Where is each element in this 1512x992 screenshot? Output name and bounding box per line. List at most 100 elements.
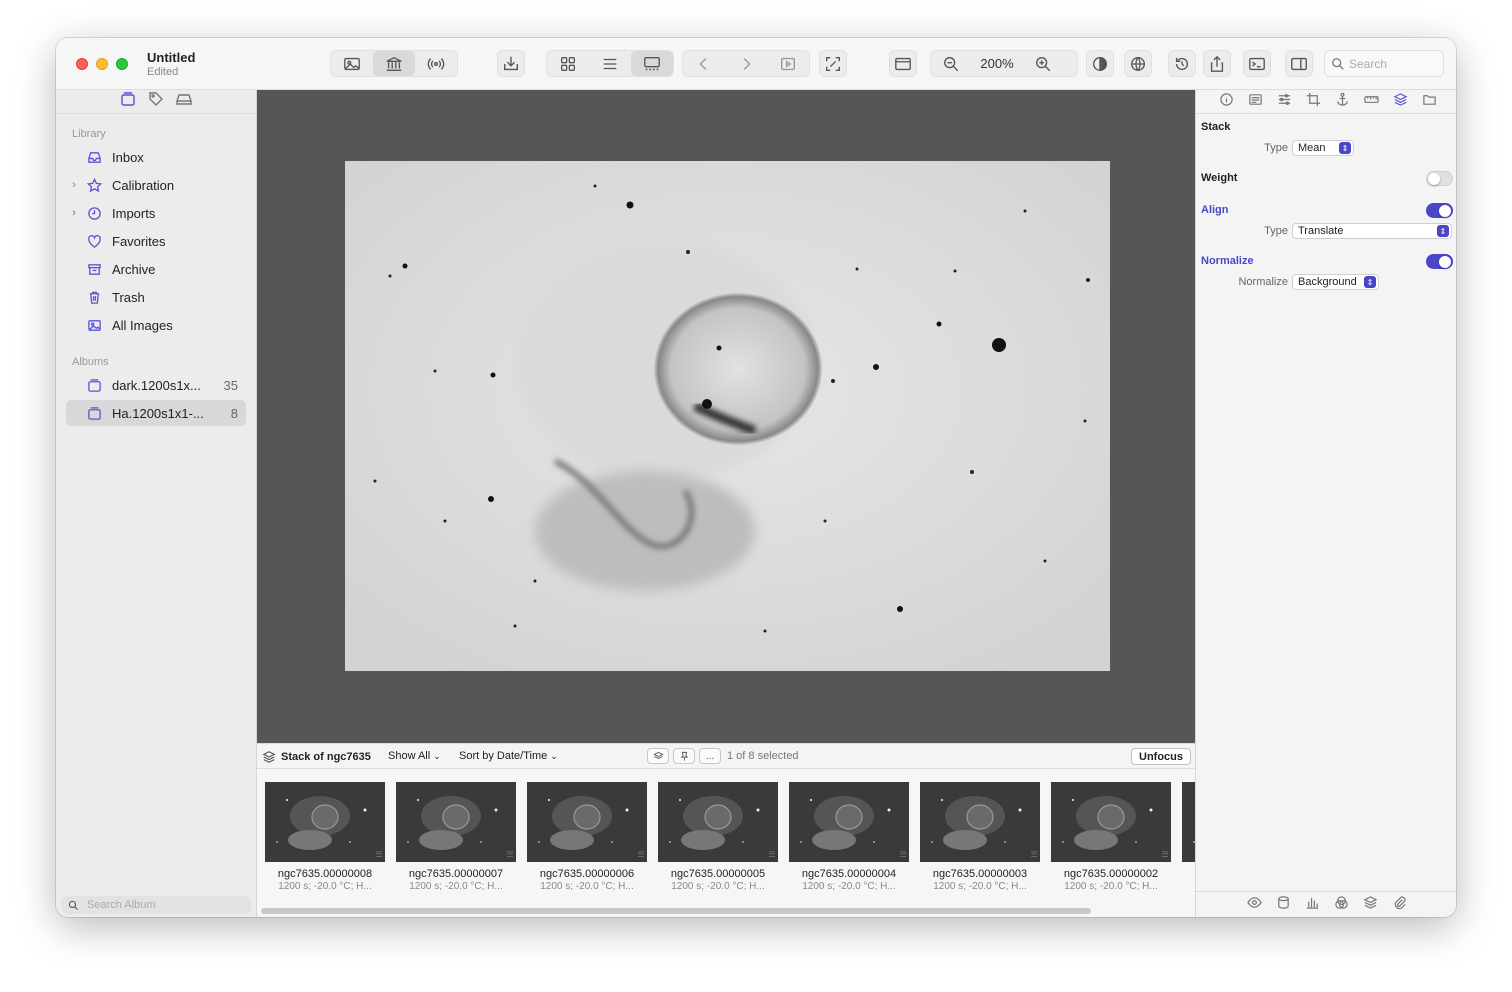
tab-devices[interactable] (176, 91, 192, 112)
tab-attachments[interactable] (1392, 895, 1407, 915)
stack-section-header: Stack (1201, 121, 1231, 133)
broadcast-button[interactable] (415, 51, 457, 76)
tab-measure[interactable] (1364, 92, 1379, 112)
nebula-image[interactable] (345, 161, 1110, 671)
album-search-field[interactable]: Search Album (62, 896, 251, 914)
window-icon (895, 57, 911, 70)
tab-crop[interactable] (1306, 92, 1321, 112)
thumbnail-image[interactable]: ⫶⫶⫶ (527, 782, 647, 862)
inspector-toggle-button[interactable] (1285, 50, 1313, 77)
history-button[interactable] (1168, 50, 1196, 77)
sidebar-item-favorites[interactable]: Favorites (66, 228, 246, 254)
tab-stack[interactable] (1393, 92, 1408, 112)
filmstrip-thumbnail[interactable]: ⫶⫶⫶ n12 (1182, 782, 1195, 892)
normalize-popup[interactable]: Background ⇕ (1292, 274, 1379, 290)
tab-files[interactable] (1422, 92, 1437, 112)
filmstrip-thumbnail[interactable]: ⫶⫶⫶ ngc7635.00000005 1200 s; -20.0 °C; H..… (658, 782, 778, 892)
weight-toggle[interactable] (1426, 171, 1453, 186)
disclosure-chevron-icon[interactable]: › (66, 207, 82, 219)
import-button[interactable] (497, 50, 525, 77)
thumbnail-image[interactable]: ⫶⫶⫶ (789, 782, 909, 862)
image-view-button[interactable] (331, 51, 373, 76)
sidebar-item-imports[interactable]: › Imports (66, 200, 246, 226)
stack-title: Stack of ngc7635 (262, 750, 371, 764)
close-window-button[interactable] (76, 58, 88, 70)
tab-preview[interactable] (1246, 895, 1262, 915)
grid-layout-button[interactable] (547, 51, 589, 76)
filmstrip-thumbnail[interactable]: ⫶⫶⫶ ngc7635.00000004 1200 s; -20.0 °C; H..… (789, 782, 909, 892)
disclosure-chevron-icon[interactable]: › (66, 179, 82, 191)
antenna-icon (427, 57, 445, 70)
image-viewer[interactable] (257, 90, 1195, 743)
tab-color[interactable] (1334, 895, 1349, 915)
sidebar-item-trash[interactable]: Trash (66, 284, 246, 310)
filmstrip-thumbnail[interactable]: ⫶⫶⫶ ngc7635.00000006 1200 s; -20.0 °C; H..… (527, 782, 647, 892)
tab-metadata[interactable] (1248, 92, 1263, 112)
next-button[interactable] (725, 51, 767, 76)
focus-button[interactable] (819, 50, 847, 77)
grid-icon (561, 56, 575, 71)
window-mode-button[interactable] (889, 50, 917, 77)
tab-histogram[interactable] (1305, 895, 1320, 915)
horizontal-scrollbar[interactable] (261, 908, 1091, 914)
sort-menu[interactable]: Sort by Date/Time ⌄ (459, 750, 558, 762)
sidebar-item-label: Trash (112, 289, 145, 305)
filmstrip-layout-button[interactable] (631, 51, 673, 76)
unfocus-button[interactable]: Unfocus (1131, 748, 1191, 765)
stack-layers-button[interactable] (647, 748, 669, 764)
zoom-window-button[interactable] (116, 58, 128, 70)
normalize-field-label: Normalize (1238, 276, 1288, 288)
info-icon (1220, 92, 1233, 106)
filmstrip-thumbnail[interactable]: ⫶⫶⫶ ngc7635.00000008 1200 s; -20.0 °C; H..… (265, 782, 385, 892)
folder-icon (1423, 94, 1436, 105)
albums-section-header: Albums (72, 356, 109, 368)
nebula-thumbnail (1051, 782, 1171, 862)
toolbar-search-field[interactable]: Search (1324, 50, 1444, 77)
filmstrip-thumbnail[interactable]: ⫶⫶⫶ ngc7635.00000007 1200 s; -20.0 °C; H..… (396, 782, 516, 892)
filmstrip-thumbnail[interactable]: ⫶⫶⫶ ngc7635.00000002 1200 s; -20.0 °C; H..… (1051, 782, 1171, 892)
thumbnail-image[interactable]: ⫶⫶⫶ (265, 782, 385, 862)
thumbnail-image[interactable]: ⫶⫶⫶ (396, 782, 516, 862)
thumbnail-image[interactable]: ⫶⫶⫶ (920, 782, 1040, 862)
tab-tags[interactable] (148, 91, 164, 112)
slideshow-button[interactable] (767, 51, 809, 76)
previous-button[interactable] (683, 51, 725, 76)
chevron-down-icon: ⌄ (433, 750, 441, 761)
filmstrip-thumbnail[interactable]: ⫶⫶⫶ ngc7635.00000003 1200 s; -20.0 °C; H..… (920, 782, 1040, 892)
align-type-popup[interactable]: Translate ⇕ (1292, 223, 1452, 239)
thumbnail-meta: 1200 s; -20.0 °C; H... (409, 881, 503, 892)
more-button[interactable]: ... (699, 748, 721, 764)
globe-button[interactable] (1124, 50, 1152, 77)
align-toggle[interactable] (1426, 203, 1453, 218)
normalize-toggle[interactable] (1426, 254, 1453, 269)
zoom-out-button[interactable] (931, 51, 971, 76)
tab-adjust[interactable] (1277, 92, 1292, 112)
show-all-menu[interactable]: Show All ⌄ (388, 750, 441, 762)
zoom-in-button[interactable] (1023, 51, 1063, 76)
pin-button[interactable] (673, 748, 695, 764)
sidebar-item-calibration[interactable]: › Calibration (66, 172, 246, 198)
sidebar-item-inbox[interactable]: Inbox (66, 144, 246, 170)
thumbnail-image[interactable]: ⫶⫶⫶ (658, 782, 778, 862)
tab-info[interactable] (1219, 92, 1234, 112)
minimize-window-button[interactable] (96, 58, 108, 70)
stack-type-popup[interactable]: Mean ⇕ (1292, 140, 1354, 156)
thumbnail-image[interactable]: ⫶⫶⫶ (1182, 782, 1195, 862)
tab-database[interactable] (1276, 895, 1291, 915)
pin-icon (680, 751, 688, 761)
sidebar-item-all-images[interactable]: All Images (66, 312, 246, 338)
share-button[interactable] (1203, 50, 1231, 77)
contrast-button[interactable] (1086, 50, 1114, 77)
tab-layers[interactable] (1363, 895, 1378, 915)
chevron-left-icon (699, 57, 707, 70)
list-layout-button[interactable] (589, 51, 631, 76)
album-item-dark[interactable]: dark.1200s1x... 35 (66, 372, 246, 398)
thumbnail-image[interactable]: ⫶⫶⫶ (1051, 782, 1171, 862)
library-view-button[interactable] (373, 51, 415, 76)
console-button[interactable] (1243, 50, 1271, 77)
tab-anchor[interactable] (1335, 92, 1350, 112)
images-icon (87, 319, 101, 331)
album-item-ha[interactable]: Ha.1200s1x1-... 8 (66, 400, 246, 426)
sidebar-item-archive[interactable]: Archive (66, 256, 246, 282)
tab-albums[interactable] (120, 91, 136, 112)
